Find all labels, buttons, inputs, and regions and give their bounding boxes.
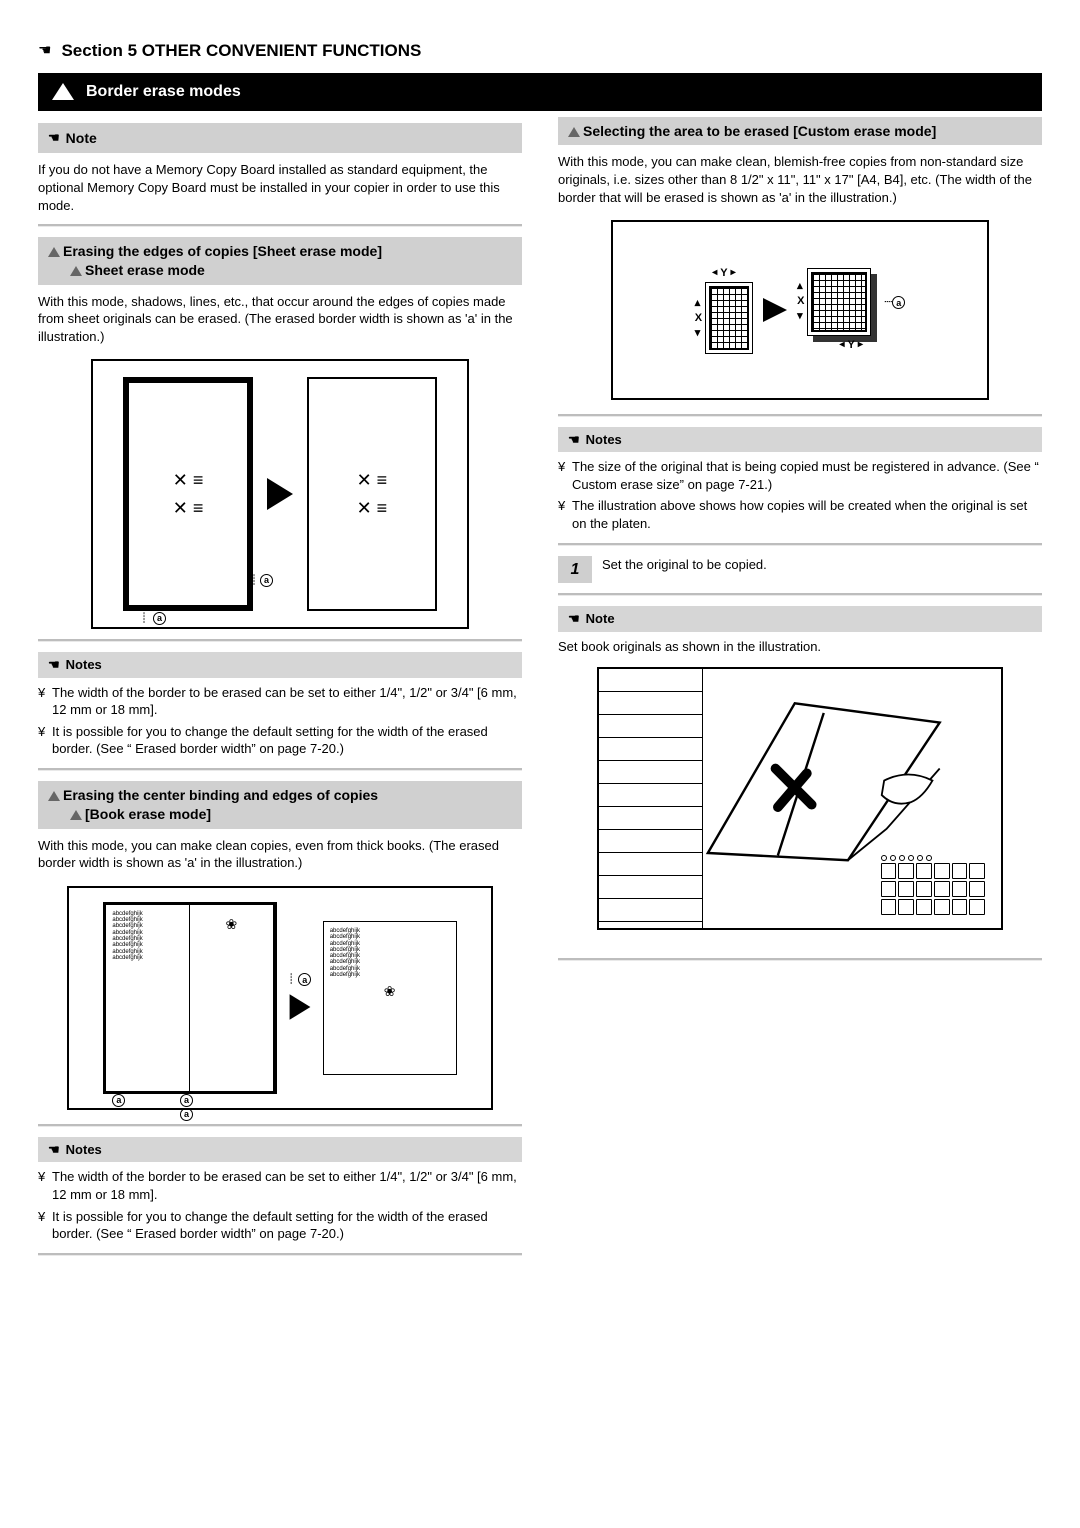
- mode-title: Border erase modes: [86, 81, 241, 103]
- notes-heading: ☚ Notes: [558, 427, 1042, 453]
- sheet-erase-paragraph: With this mode, shadows, lines, etc., th…: [38, 293, 522, 346]
- book-notes-list: The width of the border to be erased can…: [38, 1168, 522, 1242]
- divider: [558, 414, 1042, 417]
- note-item: The width of the border to be erased can…: [38, 1168, 522, 1203]
- memory-note-text: If you do not have a Memory Copy Board i…: [38, 161, 522, 214]
- divider: [558, 593, 1042, 596]
- scanner-edge: [599, 669, 704, 927]
- triangle-bullet-icon: [48, 247, 60, 257]
- notes-heading: ☚ Notes: [38, 1137, 522, 1163]
- arrow-icon: [289, 994, 310, 1020]
- note-item: The size of the original that is being c…: [558, 458, 1042, 493]
- notes-label: Notes: [66, 1141, 102, 1159]
- arrow-icon: [267, 478, 293, 510]
- book-erase-paragraph: With this mode, you can make clean copie…: [38, 837, 522, 872]
- triangle-bullet-icon: [48, 791, 60, 801]
- heading-line2: Sheet erase mode: [85, 262, 205, 278]
- book-on-platen: [703, 685, 945, 876]
- divider: [38, 768, 522, 771]
- divider: [558, 543, 1042, 546]
- result-page: abcdefghijkabcdefghijkabcdefghijk abcdef…: [323, 921, 457, 1075]
- step-number: 1: [558, 556, 592, 584]
- sheet-erase-figure: ✕ ≡ ✕ ≡ ┊a ┊a ✕ ≡ ✕ ≡: [91, 359, 469, 629]
- step-text: Set the original to be copied.: [602, 556, 767, 574]
- arrow-icon: [763, 298, 787, 322]
- note-item: It is possible for you to change the def…: [38, 1208, 522, 1243]
- custom-erase-heading: Selecting the area to be erased [Custom …: [558, 117, 1042, 146]
- divider: [38, 224, 522, 227]
- pointer-icon: ☚: [48, 129, 60, 147]
- section-title: Section 5 OTHER CONVENIENT FUNCTIONS: [61, 40, 421, 63]
- custom-erase-figure: ◂Y▸ ▴X▾ ▴X▾ ┈a ◂Y▸: [611, 220, 989, 400]
- step-1: 1 Set the original to be copied.: [558, 556, 1042, 584]
- left-column: ☚ Note If you do not have a Memory Copy …: [38, 117, 522, 1266]
- right-column: Selecting the area to be erased [Custom …: [558, 117, 1042, 1266]
- divider: [38, 1253, 522, 1256]
- note-item: The width of the border to be erased can…: [38, 684, 522, 719]
- divider: [38, 1124, 522, 1127]
- note-item: It is possible for you to change the def…: [38, 723, 522, 758]
- pointer-icon: ☚: [568, 610, 580, 628]
- notes-heading: ☚ Notes: [38, 652, 522, 678]
- heading-line2: [Book erase mode]: [85, 806, 211, 822]
- sheet-notes-list: The width of the border to be erased can…: [38, 684, 522, 758]
- divider: [558, 958, 1042, 961]
- heading-line1: Erasing the edges of copies [Sheet erase…: [63, 243, 382, 259]
- triangle-bullet-icon: [70, 810, 82, 820]
- pointer-icon: ☚: [568, 431, 580, 449]
- pointer-icon: ☚: [38, 41, 51, 61]
- original-sheet: ✕ ≡ ✕ ≡ ┊a ┊a: [123, 377, 253, 611]
- note-box: ☚ Note: [38, 123, 522, 154]
- book-erase-heading: Erasing the center binding and edges of …: [38, 781, 522, 829]
- pointer-icon: ☚: [48, 656, 60, 674]
- control-panel: [881, 855, 986, 912]
- mode-title-bar: Border erase modes: [38, 73, 1042, 111]
- note-item: The illustration above shows how copies …: [558, 497, 1042, 532]
- triangle-bullet-icon: [70, 266, 82, 276]
- custom-notes-list: The size of the original that is being c…: [558, 458, 1042, 532]
- pointer-icon: ☚: [48, 1141, 60, 1159]
- divider: [38, 639, 522, 642]
- set-book-note: Set book originals as shown in the illus…: [558, 638, 1042, 656]
- note-heading: ☚ Note: [558, 606, 1042, 632]
- custom-erase-paragraph: With this mode, you can make clean, blem…: [558, 153, 1042, 206]
- note-label: Note: [586, 610, 615, 628]
- triangle-bullet-icon: [568, 127, 580, 137]
- book-erase-figure: abcdefghijkabcdefghijkabcdefghijk abcdef…: [67, 886, 493, 1110]
- notes-label: Notes: [586, 431, 622, 449]
- set-book-figure: [597, 667, 1004, 929]
- triangle-up-icon: [52, 83, 74, 100]
- open-book: abcdefghijkabcdefghijkabcdefghijk abcdef…: [103, 902, 276, 1094]
- heading-text: Selecting the area to be erased [Custom …: [583, 123, 936, 139]
- notes-label: Notes: [66, 656, 102, 674]
- heading-line1: Erasing the center binding and edges of …: [63, 787, 378, 803]
- page-header: ☚ Section 5 OTHER CONVENIENT FUNCTIONS: [38, 40, 1042, 63]
- sheet-erase-heading: Erasing the edges of copies [Sheet erase…: [38, 237, 522, 285]
- result-sheet: ✕ ≡ ✕ ≡: [307, 377, 437, 611]
- note-label: Note: [66, 129, 97, 148]
